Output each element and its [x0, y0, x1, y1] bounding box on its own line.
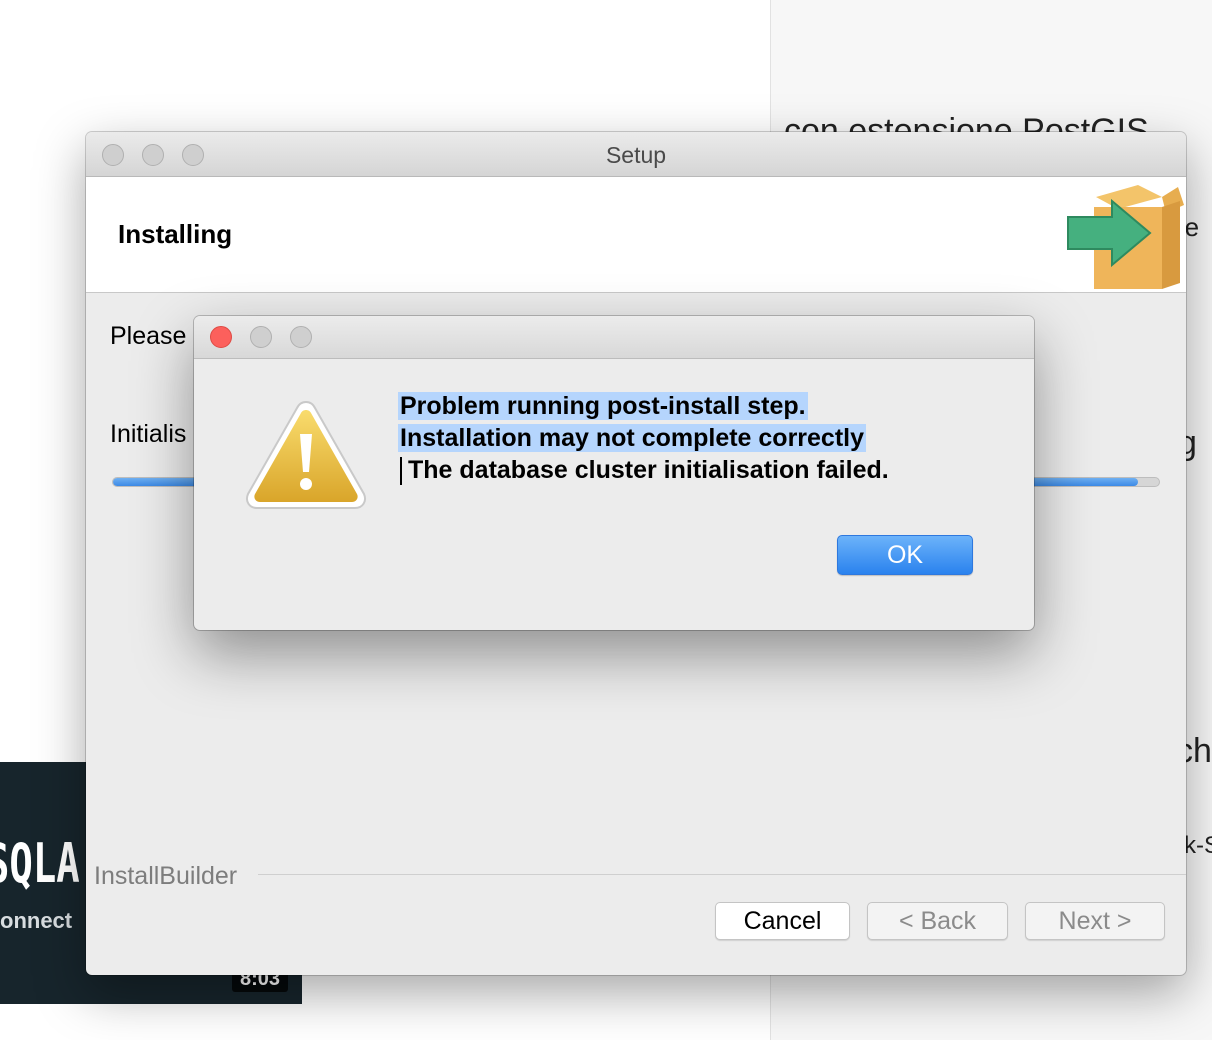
alert-close-button[interactable] — [210, 326, 232, 348]
message-line: Installation may not complete correctly — [398, 424, 867, 452]
video-title: SQLA — [0, 832, 80, 895]
alert-titlebar[interactable] — [194, 316, 1034, 359]
warning-icon — [246, 400, 366, 509]
page-title: Installing — [118, 219, 233, 249]
installbuilder-brand: InstallBuilder — [94, 862, 246, 891]
window-title: Setup — [605, 142, 667, 168]
cancel-button[interactable]: Cancel — [715, 902, 850, 940]
installer-box-arrow-icon — [1067, 185, 1184, 289]
back-button[interactable]: < Back — [867, 902, 1008, 940]
next-button[interactable]: Next > — [1025, 902, 1165, 940]
ok-button[interactable]: OK — [837, 535, 973, 575]
footer-divider — [258, 874, 1186, 875]
message-line: Problem running post-install step. — [398, 392, 808, 420]
install-status-label: Initialis — [110, 420, 187, 448]
error-alert-dialog: Problem running post-install step. Insta… — [194, 316, 1034, 630]
video-subtitle: onnect — [0, 908, 73, 933]
alert-minimize-button[interactable] — [250, 326, 272, 348]
background-text-fragment: k-S — [1184, 832, 1212, 859]
setup-titlebar[interactable]: Setup — [86, 132, 1186, 177]
text-caret — [400, 457, 402, 486]
installer-header: Installing — [86, 177, 1186, 293]
message-line: The database cluster initialisation fail… — [398, 454, 889, 486]
alert-zoom-button[interactable] — [290, 326, 312, 348]
please-wait-label: Please — [110, 322, 187, 350]
alert-message[interactable]: Problem running post-install step. Insta… — [398, 390, 889, 486]
